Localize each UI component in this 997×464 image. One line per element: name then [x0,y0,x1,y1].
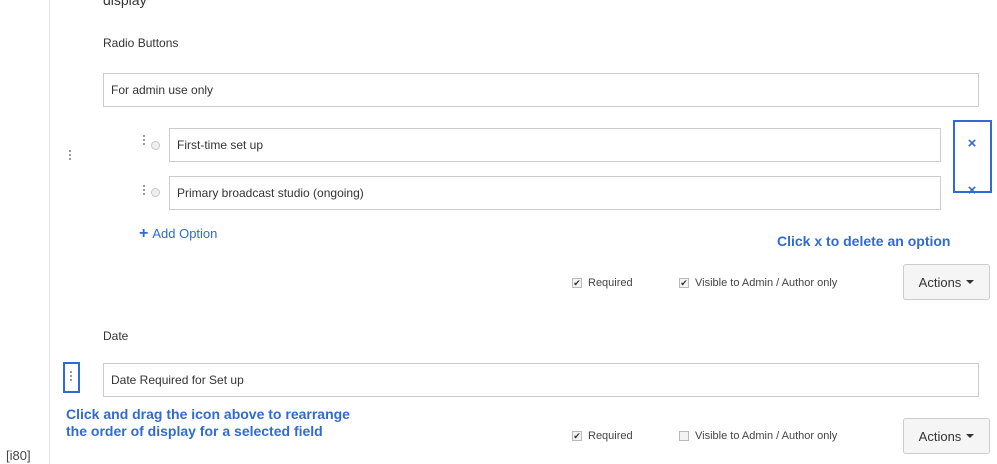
actions-label: Actions [918,428,962,444]
date-question-input[interactable]: Date Required for Set up [103,363,979,397]
partial-heading-text: display [103,0,147,8]
add-option-button[interactable]: + Add Option [139,225,217,243]
delete-option-1-x-icon[interactable]: × [964,136,980,152]
delete-option-2-x-icon[interactable]: × [964,183,980,199]
actions-button-date[interactable]: Actions [903,418,990,454]
required-checkbox-radio[interactable]: ✔ [572,278,582,288]
option-drag-handle-icon[interactable] [143,135,145,147]
required-checkbox-date[interactable]: ✔ [572,431,582,441]
visible-label-date: Visible to Admin / Author only [695,430,838,442]
visible-checkbox-date[interactable] [679,431,689,441]
callout-drag-line-1: Click and drag the icon above to rearran… [66,406,350,422]
callout-delete-option: Click x to delete an option [777,233,951,249]
radio-buttons-label: Radio Buttons [103,36,179,50]
callout-drag-line-2: the order of display for a selected fiel… [66,423,323,439]
caret-down-icon [966,280,975,284]
date-label: Date [103,329,129,343]
option-input-2[interactable]: Primary broadcast studio (ongoing) [169,176,941,210]
option-input-1[interactable]: First-time set up [169,128,941,162]
radio-circle-icon [151,188,160,197]
actions-label: Actions [918,274,962,290]
option-drag-handle-icon[interactable] [143,185,145,197]
drag-handle-icon[interactable] [70,371,72,383]
actions-button-radio[interactable]: Actions [903,264,990,300]
drag-handle-icon[interactable] [69,150,71,162]
radio-question-input[interactable]: For admin use only [103,73,979,107]
page-number: [i80] [6,448,31,463]
required-label-date: Required [588,430,633,442]
visible-label-radio: Visible to Admin / Author only [695,277,838,289]
caret-down-icon [966,434,975,438]
left-divider-line [49,0,50,464]
required-label-radio: Required [588,277,633,289]
add-option-label: Add Option [152,226,218,241]
visible-checkbox-radio[interactable]: ✔ [679,278,689,288]
radio-circle-icon [151,141,160,150]
plus-icon: + [139,225,149,242]
